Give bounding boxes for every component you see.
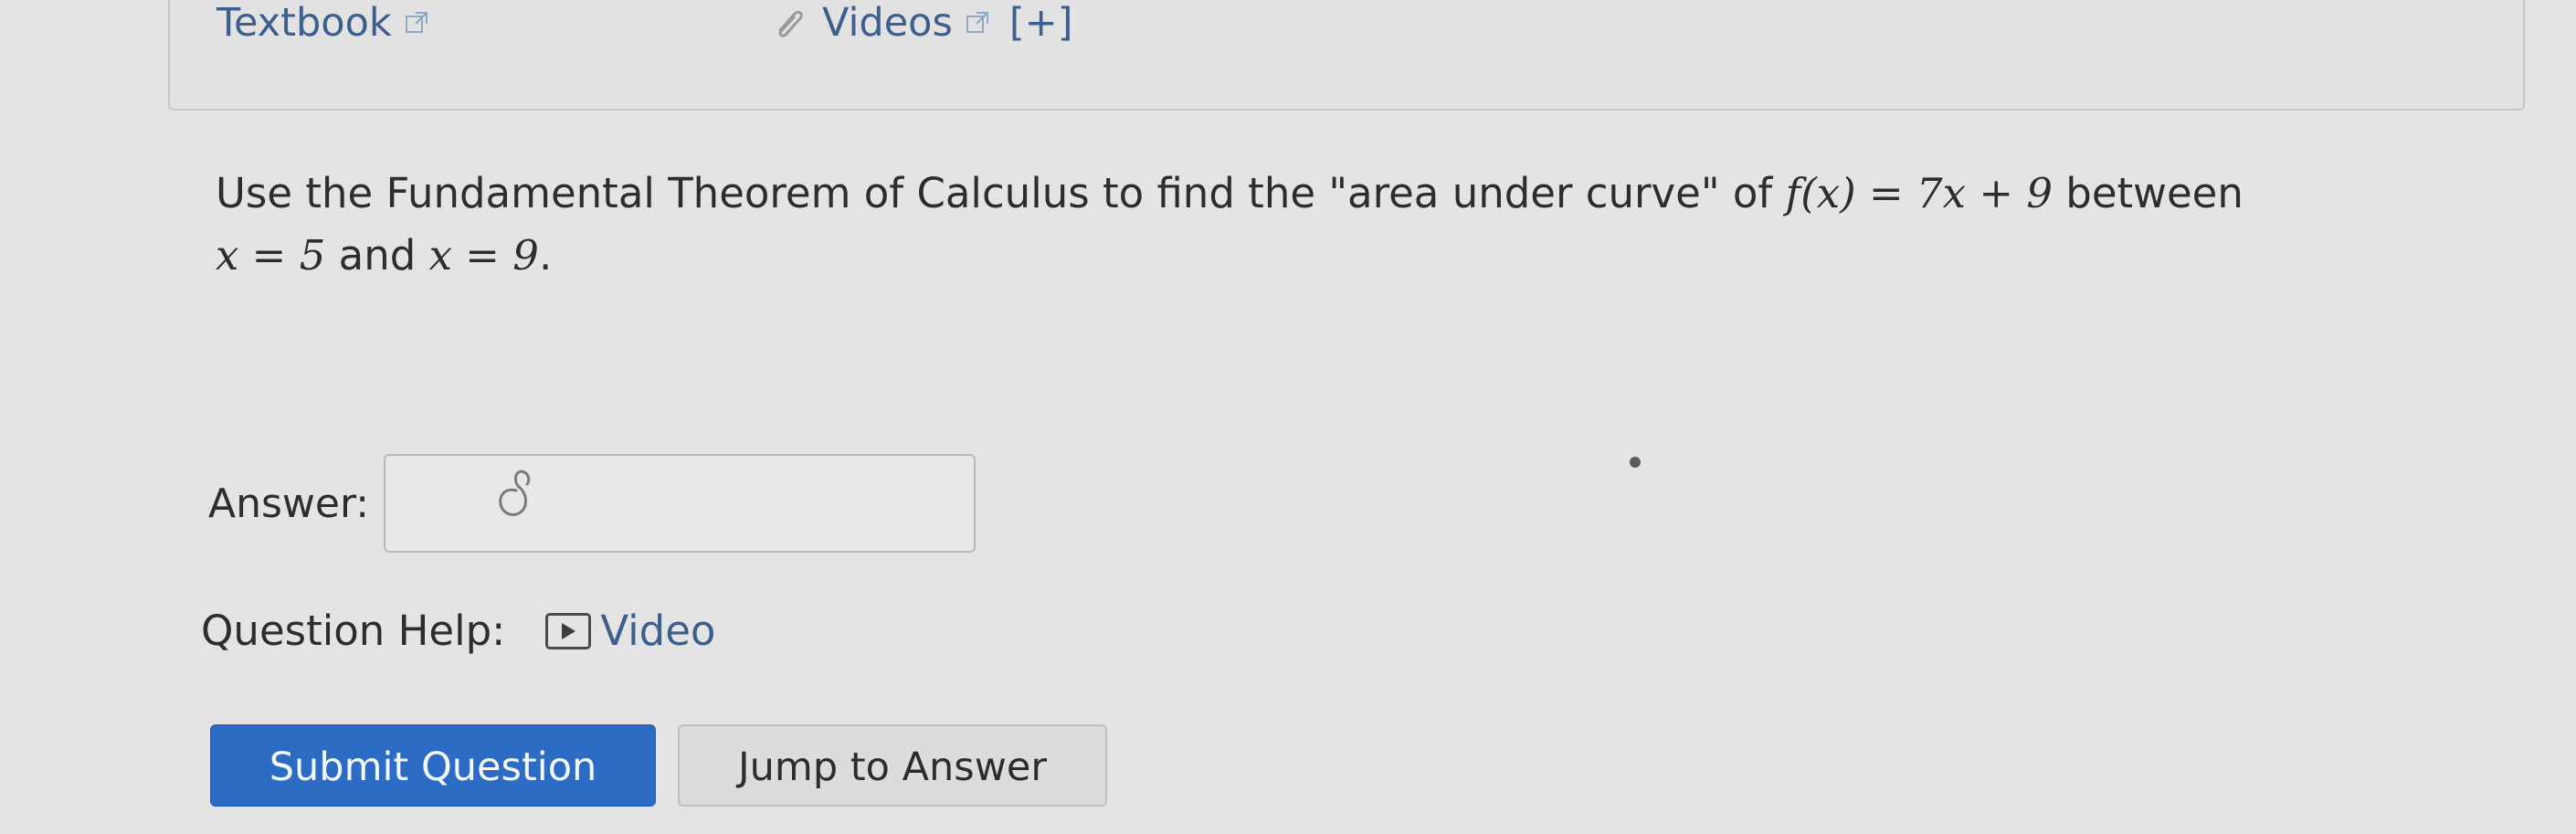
- video-help-link[interactable]: Video: [545, 607, 715, 655]
- question-and: and: [325, 231, 429, 280]
- question-period: .: [538, 231, 553, 280]
- play-icon: [545, 612, 592, 649]
- jump-to-answer-button[interactable]: Jump to Answer: [678, 724, 1107, 807]
- question-between: between: [2052, 169, 2243, 217]
- videos-label[interactable]: Videos: [822, 0, 953, 46]
- submit-question-button[interactable]: Submit Question: [210, 724, 656, 807]
- question-text: Use the Fundamental Theorem of Calculus …: [216, 163, 2426, 287]
- text-cursor-icon: [499, 470, 531, 516]
- textbook-label[interactable]: Textbook: [216, 0, 392, 46]
- resources-panel: [168, 0, 2525, 111]
- answer-input[interactable]: [384, 454, 977, 553]
- action-buttons: Submit Question Jump to Answer: [210, 724, 1107, 807]
- question-help-label: Question Help:: [201, 607, 506, 655]
- video-help-label[interactable]: Video: [600, 607, 715, 655]
- lower-bound: x = 5: [216, 231, 326, 280]
- paperclip-icon: [778, 10, 803, 37]
- videos-link[interactable]: Videos [+]: [769, 0, 1072, 46]
- expand-videos-link[interactable]: [+]: [1009, 0, 1073, 46]
- stray-dot: [1630, 457, 1641, 468]
- question-intro: Use the Fundamental Theorem of Calculus …: [216, 169, 1786, 217]
- function-expression: f(x) = 7x + 9: [1785, 169, 2053, 217]
- textbook-link[interactable]: Textbook: [216, 0, 428, 46]
- answer-row: Answer:: [208, 454, 977, 553]
- question-help: Question Help: Video: [201, 607, 715, 655]
- external-link-icon: [405, 12, 428, 33]
- external-link-icon: [966, 12, 988, 33]
- upper-bound: x = 9: [428, 231, 539, 280]
- answer-label: Answer:: [208, 480, 370, 527]
